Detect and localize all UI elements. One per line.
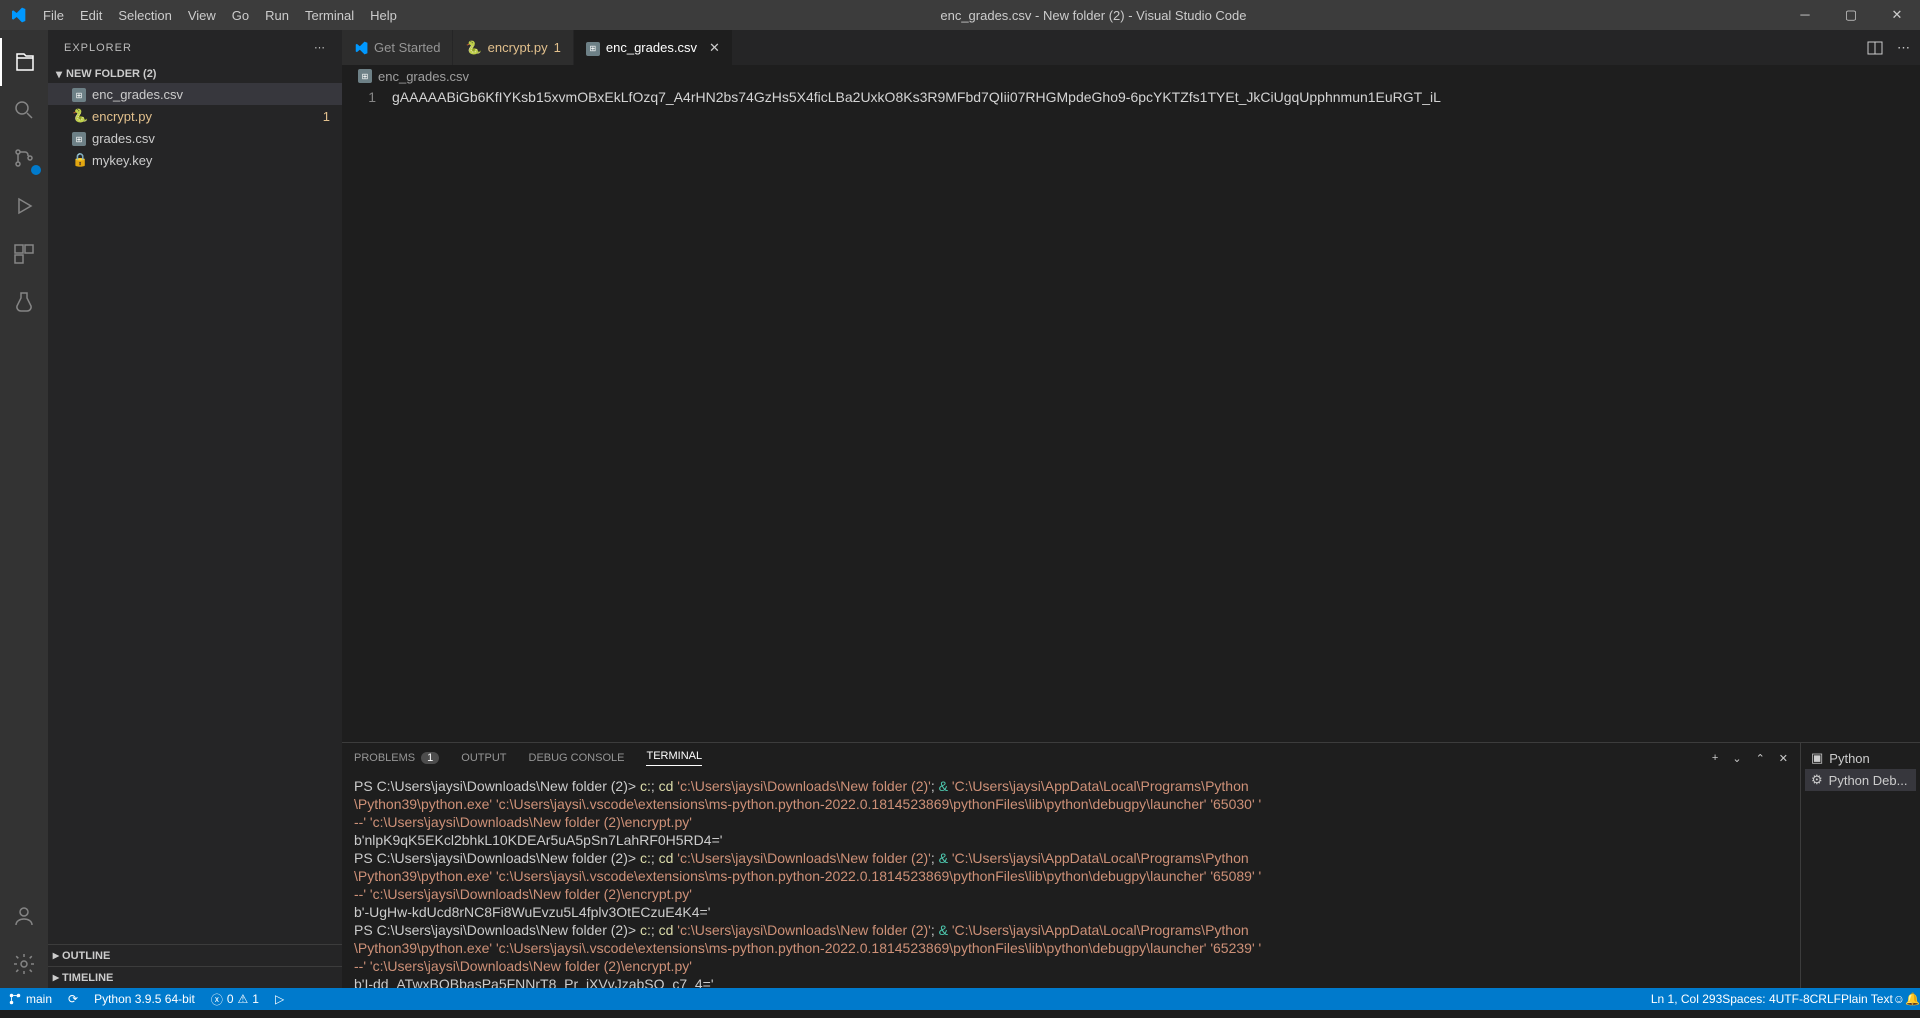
- split-editor-icon[interactable]: [1867, 40, 1883, 56]
- main-menu: FileEditSelectionViewGoRunTerminalHelp: [35, 8, 405, 23]
- titlebar: FileEditSelectionViewGoRunTerminalHelp e…: [0, 0, 1920, 30]
- editor-tab[interactable]: 🐍encrypt.py1: [453, 30, 573, 65]
- problems-tab[interactable]: PROBLEMS1: [354, 752, 439, 764]
- editor-tabs: Get Started🐍encrypt.py1⊞enc_grades.csv✕ …: [342, 30, 1920, 65]
- explorer-icon[interactable]: [0, 38, 48, 86]
- indentation[interactable]: Spaces: 4: [1722, 992, 1775, 1006]
- terminal-tab[interactable]: TERMINAL: [646, 750, 702, 766]
- key-file-icon: 🔒: [72, 152, 92, 168]
- new-terminal-icon[interactable]: +: [1712, 752, 1718, 765]
- menu-file[interactable]: File: [35, 8, 72, 23]
- status-bar: main ⟳ Python 3.9.5 64-bit ⓧ 0 ⚠ 1 ▷ Ln …: [0, 988, 1920, 1010]
- menu-terminal[interactable]: Terminal: [297, 8, 362, 23]
- close-tab-icon[interactable]: ✕: [709, 40, 720, 56]
- line-number: 1: [342, 87, 392, 742]
- chevron-down-icon: ▾: [56, 67, 62, 81]
- sync-icon[interactable]: ⟳: [60, 992, 86, 1006]
- scm-badge: [30, 164, 42, 176]
- errors-warnings[interactable]: ⓧ 0 ⚠ 1: [203, 991, 267, 1008]
- debug-icon: ⚙: [1811, 772, 1823, 788]
- file-item[interactable]: 🔒mykey.key: [48, 149, 342, 171]
- debug-stop-icon: ▣: [1811, 750, 1823, 766]
- maximize-panel-icon[interactable]: ⌃: [1756, 752, 1765, 765]
- python-file-icon: 🐍: [465, 40, 481, 56]
- terminal-dropdown-icon[interactable]: ⌄: [1732, 752, 1741, 765]
- editor-tab[interactable]: ⊞enc_grades.csv✕: [574, 30, 733, 65]
- menu-edit[interactable]: Edit: [72, 8, 110, 23]
- encoding[interactable]: UTF-8: [1776, 992, 1810, 1006]
- language-mode[interactable]: Plain Text: [1841, 992, 1893, 1006]
- close-button[interactable]: ✕: [1874, 7, 1920, 23]
- accounts-icon[interactable]: [0, 892, 48, 940]
- file-item[interactable]: ⊞grades.csv: [48, 127, 342, 149]
- terminal-item-python[interactable]: ▣Python: [1805, 747, 1916, 769]
- maximize-button[interactable]: ▢: [1828, 7, 1874, 23]
- run-debug-icon[interactable]: [0, 182, 48, 230]
- close-panel-icon[interactable]: ✕: [1779, 752, 1788, 765]
- menu-help[interactable]: Help: [362, 8, 405, 23]
- code-line[interactable]: gAAAAABiGb6KfIYKsb15xvmOBxEkLfOzq7_A4rHN…: [392, 87, 1920, 742]
- outline-section[interactable]: ▾OUTLINE: [48, 944, 342, 966]
- csv-file-icon: ⊞: [586, 39, 600, 56]
- testing-icon[interactable]: [0, 278, 48, 326]
- activity-bar: [0, 30, 48, 988]
- terminal-item-python-debug[interactable]: ⚙Python Deb...: [1805, 769, 1916, 791]
- sidebar-title: EXPLORER: [64, 42, 132, 54]
- panel-tabs: PROBLEMS1 OUTPUT DEBUG CONSOLE TERMINAL …: [342, 743, 1800, 773]
- debug-console-tab[interactable]: DEBUG CONSOLE: [529, 752, 625, 764]
- window-title: enc_grades.csv - New folder (2) - Visual…: [405, 8, 1782, 23]
- chevron-right-icon: ▾: [48, 974, 62, 980]
- csv-file-icon: ⊞: [72, 86, 92, 103]
- menu-go[interactable]: Go: [224, 8, 257, 23]
- terminal-list: ▣Python ⚙Python Deb...: [1800, 743, 1920, 988]
- output-tab[interactable]: OUTPUT: [461, 752, 506, 764]
- menu-view[interactable]: View: [180, 8, 224, 23]
- cursor-position[interactable]: Ln 1, Col 293: [1651, 992, 1722, 1006]
- eol[interactable]: CRLF: [1810, 992, 1841, 1006]
- vscode-icon: [354, 41, 368, 55]
- extensions-icon[interactable]: [0, 230, 48, 278]
- minimize-button[interactable]: ─: [1782, 7, 1828, 23]
- chevron-right-icon: ▾: [48, 952, 62, 958]
- editor-area: Get Started🐍encrypt.py1⊞enc_grades.csv✕ …: [342, 30, 1920, 988]
- bottom-panel: PROBLEMS1 OUTPUT DEBUG CONSOLE TERMINAL …: [342, 742, 1920, 988]
- python-interpreter[interactable]: Python 3.9.5 64-bit: [86, 992, 203, 1006]
- sidebar: EXPLORER ⋯ ▾ NEW FOLDER (2) ⊞enc_grades.…: [48, 30, 342, 988]
- vscode-logo-icon: [0, 7, 35, 23]
- terminal-output[interactable]: PS C:\Users\jaysi\Downloads\New folder (…: [342, 773, 1800, 988]
- source-control-icon[interactable]: [0, 134, 48, 182]
- settings-gear-icon[interactable]: [0, 940, 48, 988]
- folder-header[interactable]: ▾ NEW FOLDER (2): [48, 65, 342, 83]
- debug-start-icon[interactable]: ▷: [267, 992, 292, 1006]
- sidebar-header: EXPLORER ⋯: [48, 30, 342, 65]
- file-item[interactable]: ⊞enc_grades.csv: [48, 83, 342, 105]
- sidebar-more-icon[interactable]: ⋯: [314, 41, 326, 54]
- editor-content[interactable]: 1 gAAAAABiGb6KfIYKsb15xvmOBxEkLfOzq7_A4r…: [342, 87, 1920, 742]
- menu-selection[interactable]: Selection: [110, 8, 179, 23]
- modified-badge: 1: [323, 109, 330, 124]
- problems-badge: 1: [421, 752, 439, 764]
- feedback-icon[interactable]: ☺: [1893, 992, 1905, 1006]
- breadcrumb[interactable]: ⊞ enc_grades.csv: [342, 65, 1920, 87]
- search-icon[interactable]: [0, 86, 48, 134]
- editor-tab[interactable]: Get Started: [342, 30, 453, 65]
- more-actions-icon[interactable]: ⋯: [1897, 40, 1910, 56]
- csv-file-icon: ⊞: [72, 130, 92, 147]
- git-branch[interactable]: main: [0, 992, 60, 1006]
- file-item[interactable]: 🐍encrypt.py1: [48, 105, 342, 127]
- notifications-icon[interactable]: 🔔: [1905, 992, 1920, 1006]
- timeline-section[interactable]: ▾TIMELINE: [48, 966, 342, 988]
- menu-run[interactable]: Run: [257, 8, 297, 23]
- py-file-icon: 🐍: [72, 108, 92, 124]
- csv-file-icon: ⊞: [358, 69, 372, 83]
